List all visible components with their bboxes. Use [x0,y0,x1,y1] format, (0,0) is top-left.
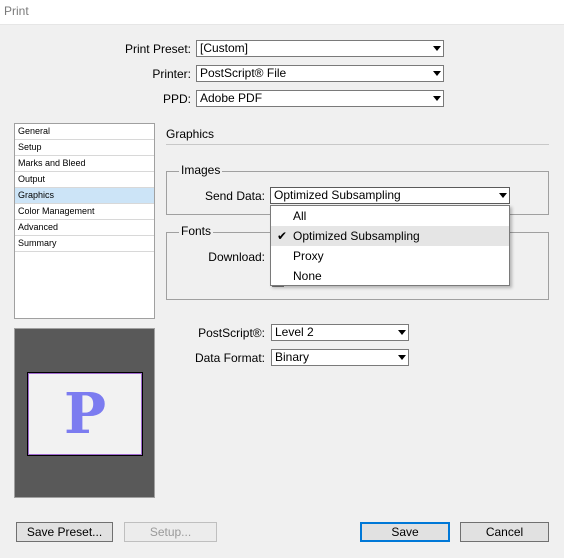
postscript-value: Level 2 [275,325,314,339]
sidebar-item-marks-and-bleed[interactable]: Marks and Bleed [15,156,154,172]
print-preset-dropdown[interactable]: [Custom] [196,40,444,57]
chevron-down-icon [433,71,441,76]
data-format-label: Data Format: [194,351,265,365]
menu-item-label: Proxy [293,249,324,263]
title-bar: Print [0,0,564,25]
printer-dropdown[interactable]: PostScript® File [196,65,444,82]
window-title: Print [4,4,29,18]
sidebar-item-summary[interactable]: Summary [15,236,154,252]
images-legend: Images [179,163,223,177]
chevron-down-icon [433,96,441,101]
sidebar-item-output[interactable]: Output [15,172,154,188]
checkmark-icon: ✔ [277,229,288,243]
cancel-button[interactable]: Cancel [460,522,549,542]
postscript-label: PostScript®: [198,326,265,340]
chevron-down-icon [499,193,507,198]
sidebar-item-label: Advanced [18,222,59,232]
menu-item-label: Optimized Subsampling [293,229,420,243]
sidebar-item-label: Summary [18,238,57,248]
sidebar-item-general[interactable]: General [15,124,154,140]
send-data-label: Send Data: [204,189,265,203]
sidebar-item-graphics[interactable]: Graphics [15,188,154,204]
ppd-dropdown[interactable]: Adobe PDF [196,90,444,107]
page-preview: P [14,328,155,498]
sidebar-item-label: Color Management [18,206,95,216]
ppd-value: Adobe PDF [200,91,263,105]
save-button[interactable]: Save [360,522,450,542]
section-divider [166,144,549,145]
sidebar-item-color-management[interactable]: Color Management [15,204,154,220]
menu-item-none[interactable]: None [271,266,509,286]
postscript-dropdown[interactable]: Level 2 [271,324,409,341]
send-data-menu[interactable]: All ✔ Optimized Subsampling Proxy None [270,205,510,286]
menu-item-proxy[interactable]: Proxy [271,246,509,266]
preview-letter: P [63,381,107,447]
sidebar-item-label: Setup [18,142,42,152]
data-format-value: Binary [275,350,310,364]
chevron-down-icon [398,330,406,335]
chevron-down-icon [398,355,406,360]
sidebar-item-label: Output [18,174,46,184]
sidebar-item-advanced[interactable]: Advanced [15,220,154,236]
save-preset-button[interactable]: Save Preset... [16,522,113,542]
setup-button[interactable]: Setup... [124,522,217,542]
menu-item-label: All [293,209,307,223]
menu-item-optimized-subsampling[interactable]: ✔ Optimized Subsampling [271,226,509,246]
printer-value: PostScript® File [200,66,287,80]
menu-item-all[interactable]: All [271,206,509,226]
menu-item-label: None [293,269,322,283]
sidebar-item-label: Marks and Bleed [18,158,86,168]
category-list[interactable]: General Setup Marks and Bleed Output Gra… [14,123,155,319]
fonts-legend: Fonts [179,224,214,238]
printer-label: Printer: [152,67,191,81]
print-preset-value: [Custom] [200,41,249,55]
preview-page: P [27,372,143,456]
chevron-down-icon [433,46,441,51]
data-format-dropdown[interactable]: Binary [271,349,409,366]
send-data-dropdown[interactable]: Optimized Subsampling [270,187,510,204]
sidebar-item-setup[interactable]: Setup [15,140,154,156]
send-data-value: Optimized Subsampling [274,188,401,202]
download-label: Download: [208,250,265,264]
sidebar-item-label: General [18,126,51,136]
section-title: Graphics [166,127,215,141]
sidebar-item-label: Graphics [18,190,55,200]
print-preset-label: Print Preset: [124,42,191,56]
ppd-label: PPD: [162,92,191,106]
